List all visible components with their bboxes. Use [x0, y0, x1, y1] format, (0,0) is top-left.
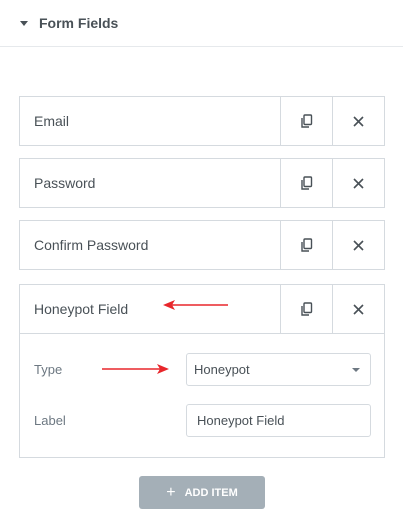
- section-header-form-fields[interactable]: Form Fields: [0, 0, 403, 47]
- close-icon: [353, 303, 364, 315]
- duplicate-icon: [301, 175, 313, 190]
- duplicate-button[interactable]: [280, 97, 332, 145]
- add-item-label: ADD ITEM: [184, 486, 238, 499]
- duplicate-icon: [301, 113, 313, 128]
- label-input-value: Honeypot Field: [197, 413, 285, 428]
- duplicate-button[interactable]: [280, 159, 332, 207]
- type-label: Type: [34, 362, 63, 377]
- label-input[interactable]: Honeypot Field: [186, 404, 371, 437]
- annotation-arrow-right: [102, 364, 169, 374]
- remove-button[interactable]: [332, 159, 384, 207]
- type-select[interactable]: Honeypot: [186, 353, 371, 386]
- plus-icon: +: [166, 483, 176, 501]
- remove-button[interactable]: [332, 221, 384, 269]
- repeater-item-email: Email: [19, 96, 385, 146]
- repeater-item-title[interactable]: Password: [20, 159, 280, 207]
- type-select-value: Honeypot: [194, 362, 250, 377]
- caret-down-icon: [20, 20, 28, 26]
- repeater-item-title[interactable]: Honeypot Field: [20, 285, 280, 333]
- duplicate-icon: [301, 301, 313, 316]
- close-icon: [353, 115, 364, 127]
- repeater-item-confirm-password: Confirm Password: [19, 220, 385, 270]
- chevron-down-icon: [352, 368, 360, 372]
- section-title: Form Fields: [39, 15, 119, 31]
- repeater-item-title[interactable]: Email: [20, 97, 280, 145]
- add-item-button[interactable]: + ADD ITEM: [139, 476, 265, 509]
- duplicate-button[interactable]: [280, 221, 332, 269]
- close-icon: [353, 239, 364, 251]
- label-label: Label: [34, 413, 66, 428]
- remove-button[interactable]: [332, 97, 384, 145]
- repeater-item-title[interactable]: Confirm Password: [20, 221, 280, 269]
- close-icon: [353, 177, 364, 189]
- item-settings-panel: Type Honeypot Label Honeypot Field: [20, 333, 384, 457]
- repeater-item-password: Password: [19, 158, 385, 208]
- remove-button[interactable]: [332, 285, 384, 333]
- annotation-arrow-left: [163, 300, 228, 310]
- duplicate-button[interactable]: [280, 285, 332, 333]
- duplicate-icon: [301, 237, 313, 252]
